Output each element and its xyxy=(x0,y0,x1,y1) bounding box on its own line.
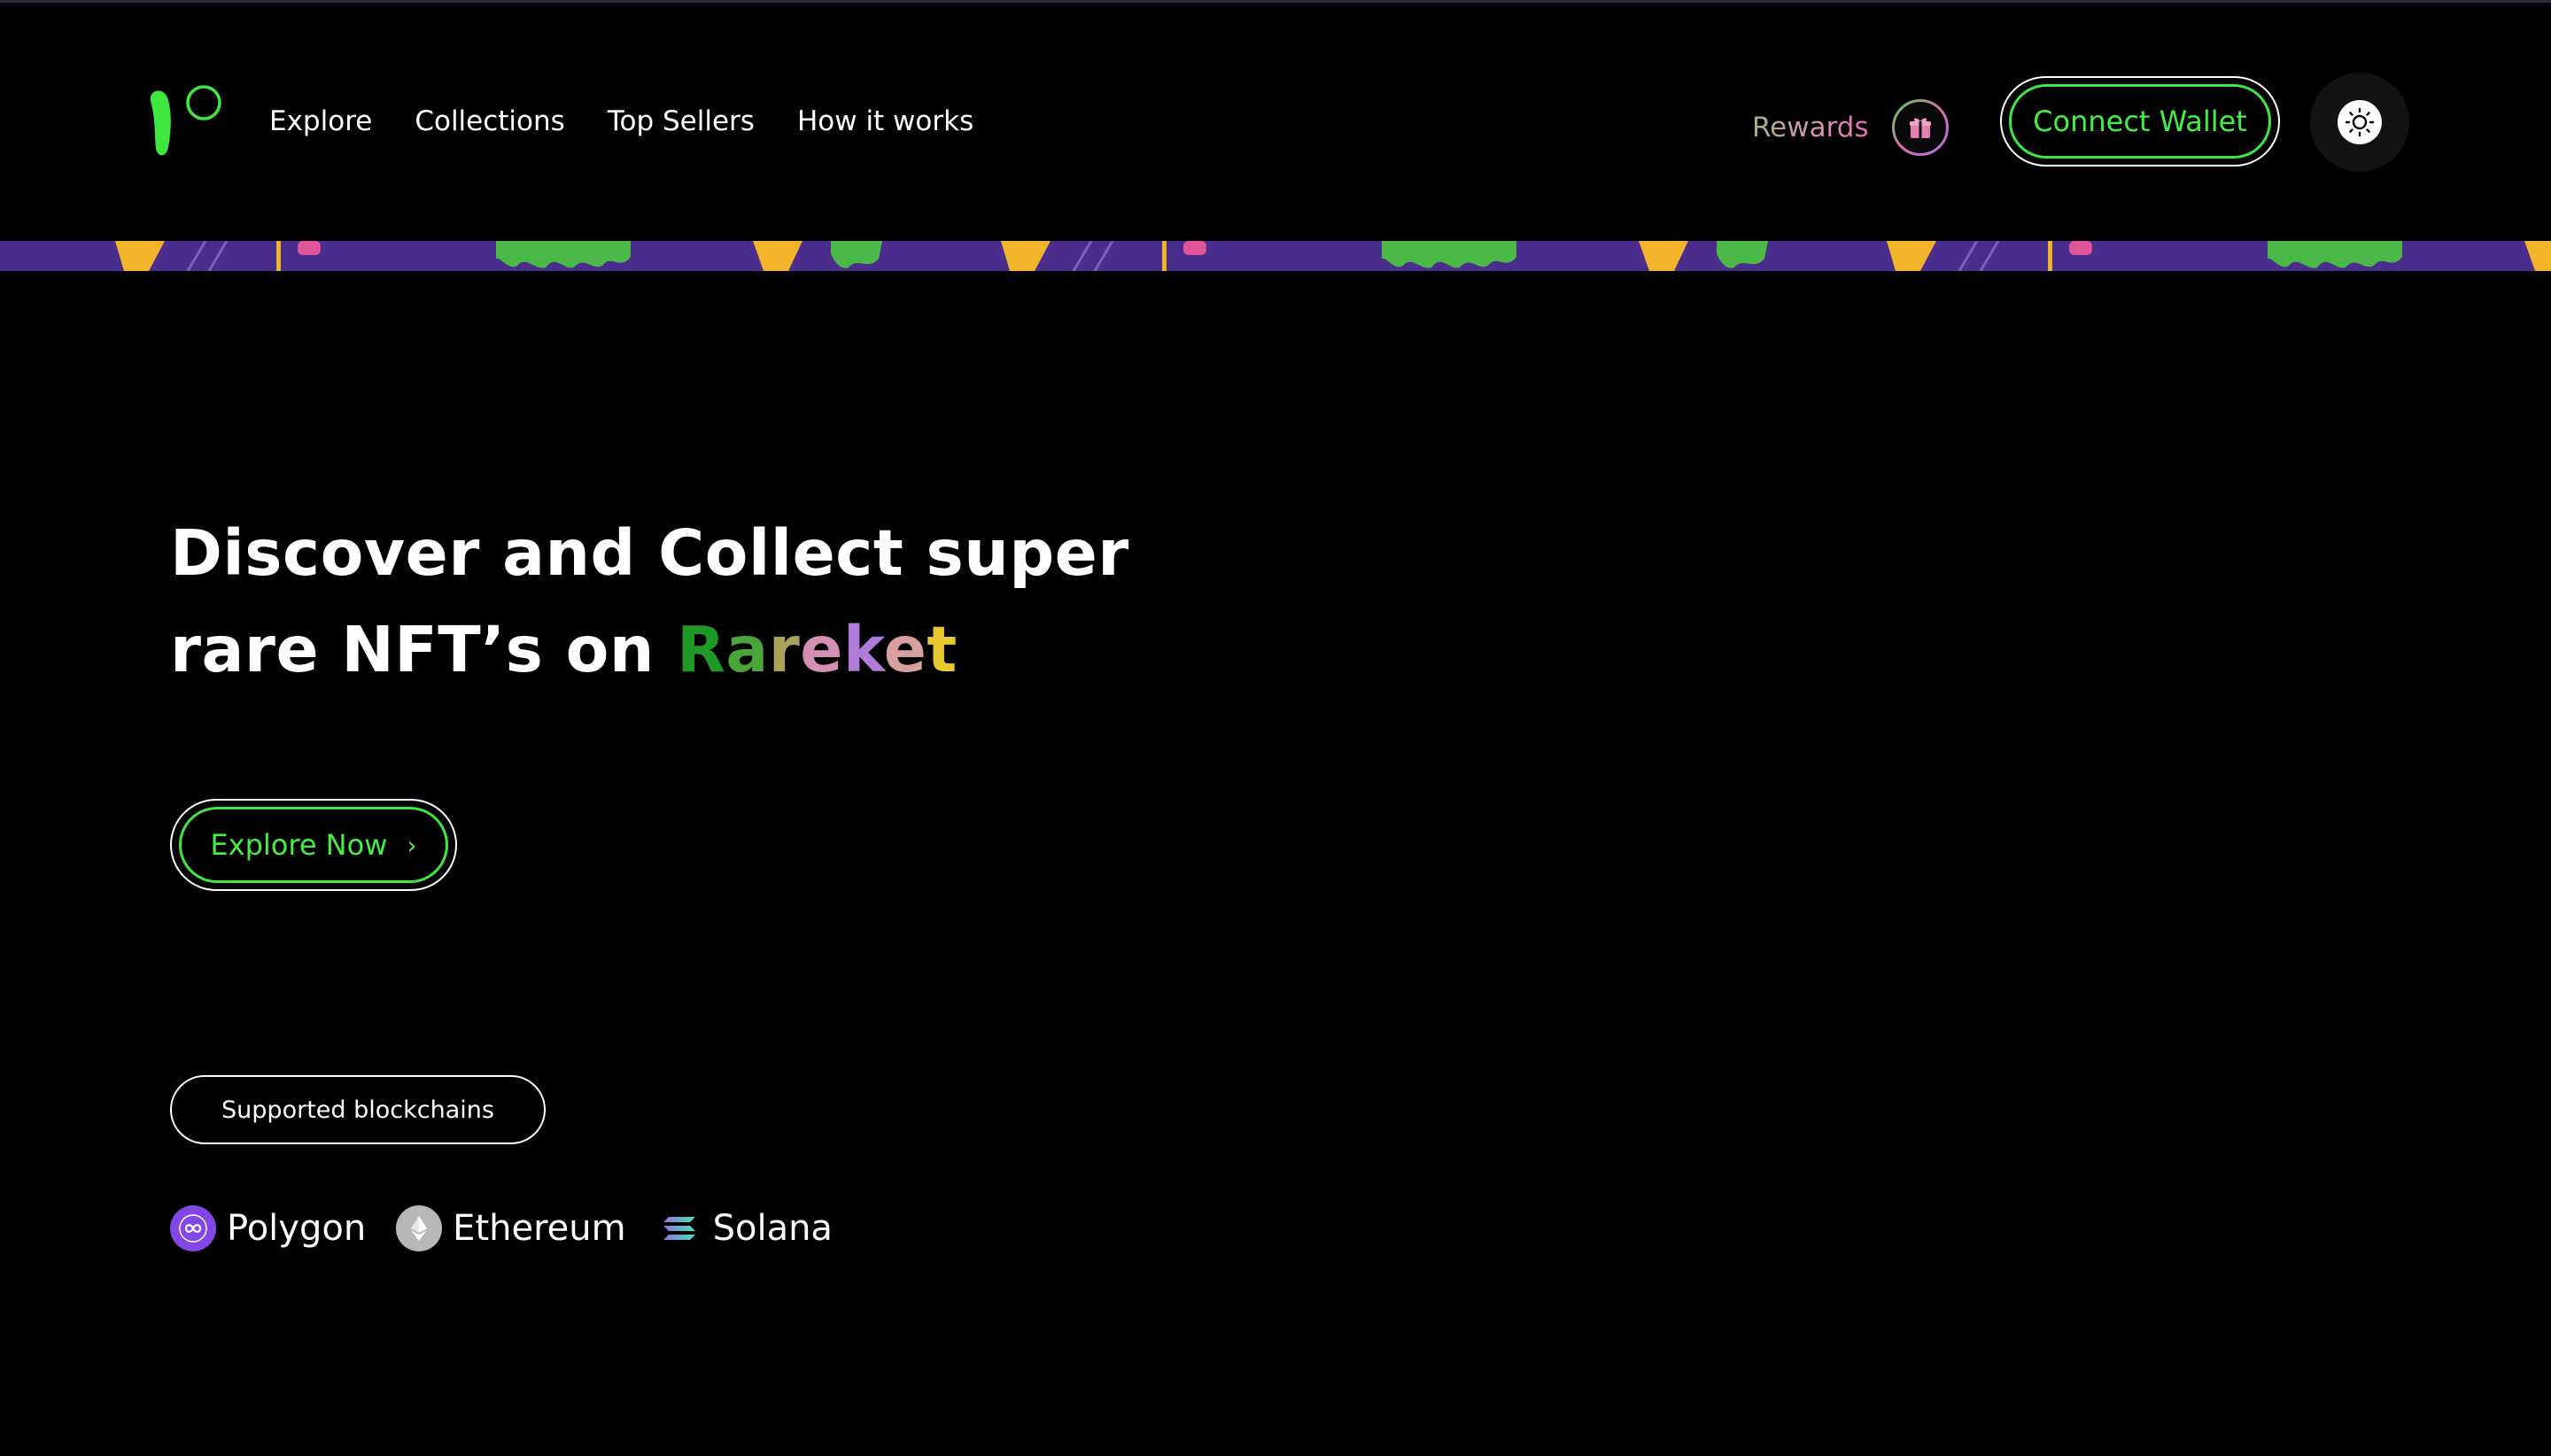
chevron-right-icon: › xyxy=(407,830,417,860)
hero-title-line1: Discover and Collect super xyxy=(170,516,1129,590)
theme-toggle-button[interactable] xyxy=(2310,73,2409,172)
gift-icon xyxy=(1909,118,1931,138)
chain-name: Ethereum xyxy=(453,1208,626,1249)
brand-letter: t xyxy=(927,613,958,686)
hero-title-line2: rare NFT’s on xyxy=(170,613,678,686)
supported-blockchains-badge: Supported blockchains xyxy=(170,1075,546,1144)
brand-letter: r xyxy=(768,613,801,686)
brand-letter: e xyxy=(883,613,927,686)
top-border xyxy=(0,0,2551,3)
ethereum-icon xyxy=(396,1205,443,1251)
nav-top-sellers[interactable]: Top Sellers xyxy=(608,103,755,140)
main-nav: Explore Collections Top Sellers How it w… xyxy=(269,103,1016,140)
polygon-icon xyxy=(170,1205,216,1251)
solana-icon xyxy=(656,1205,702,1251)
nav-collections[interactable]: Collections xyxy=(415,103,565,140)
brand-letter: a xyxy=(725,613,769,686)
chain-solana: Solana xyxy=(656,1204,833,1252)
chain-polygon: Polygon xyxy=(170,1204,366,1252)
brand-letter: e xyxy=(800,613,843,686)
decorative-banner xyxy=(0,241,2551,271)
connect-wallet-button[interactable]: Connect Wallet xyxy=(2009,84,2271,159)
chain-name: Polygon xyxy=(227,1208,367,1249)
rareket-logo[interactable] xyxy=(142,81,227,163)
rewards-link[interactable]: Rewards xyxy=(1752,99,1949,156)
sun-icon xyxy=(2345,107,2375,137)
chain-ethereum: Ethereum xyxy=(396,1204,626,1252)
explore-now-label: Explore Now xyxy=(210,828,388,862)
explore-now-button[interactable]: Explore Now › xyxy=(179,807,448,883)
rewards-label[interactable]: Rewards xyxy=(1752,109,1869,146)
explore-now-frame: Explore Now › xyxy=(170,799,457,891)
hero-title: Discover and Collect super rare NFT’s on… xyxy=(170,505,1233,698)
nav-explore[interactable]: Explore xyxy=(269,103,372,140)
nav-how-it-works[interactable]: How it works xyxy=(797,103,973,140)
chain-name: Solana xyxy=(712,1208,833,1249)
brand-name: Rareket xyxy=(677,613,958,686)
brand-letter: R xyxy=(677,613,726,686)
connect-wallet-frame: Connect Wallet xyxy=(2000,76,2280,167)
rewards-button[interactable] xyxy=(1891,99,1949,156)
brand-letter: k xyxy=(842,613,884,686)
blockchain-list: Polygon Ethereum Solana xyxy=(170,1204,863,1252)
